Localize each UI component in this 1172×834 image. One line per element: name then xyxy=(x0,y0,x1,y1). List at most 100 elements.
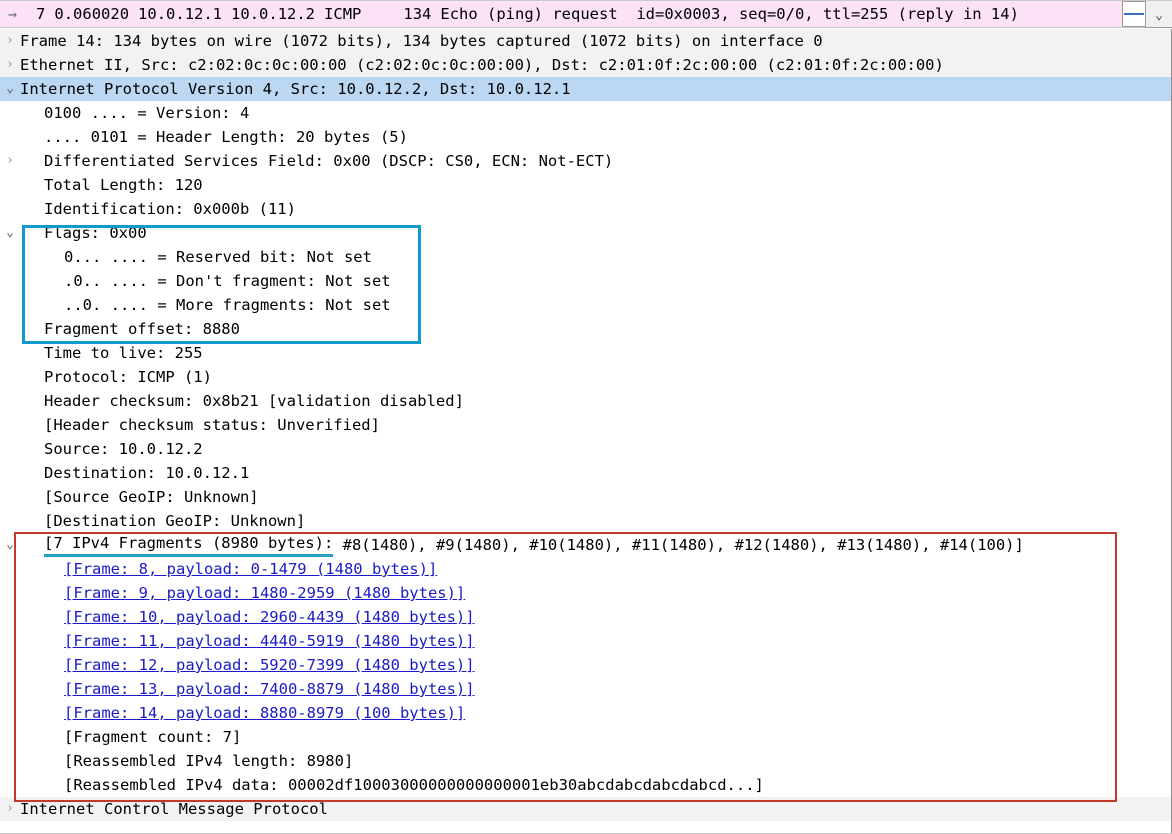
tree-row-label: 0100 .... = Version: 4 xyxy=(44,104,250,122)
tree-row-label: Internet Control Message Protocol xyxy=(20,800,328,818)
tree-row-reassembled-data[interactable]: [Reassembled IPv4 data: 00002df100030000… xyxy=(0,773,1171,797)
tree-row-checksum-status[interactable]: [Header checksum status: Unverified] xyxy=(0,413,1171,437)
tree-row-dsfield[interactable]: › Differentiated Services Field: 0x00 (DS… xyxy=(0,149,1171,173)
tree-row-label: Fragment offset: 8880 xyxy=(44,320,240,338)
chevron-right-icon[interactable]: › xyxy=(0,149,20,173)
tree-row-label-rest: #8(1480), #9(1480), #10(1480), #11(1480)… xyxy=(333,536,1024,554)
tree-row-label: [Header checksum status: Unverified] xyxy=(44,416,380,434)
tree-row-identification[interactable]: Identification: 0x000b (11) xyxy=(0,197,1171,221)
tree-row-label: Time to live: 255 xyxy=(44,344,203,362)
tree-row-dont-fragment[interactable]: .0.. .... = Don't fragment: Not set xyxy=(0,269,1171,293)
fragment-link[interactable]: [Frame: 10, payload: 2960-4439 (1480 byt… xyxy=(64,608,475,626)
tree-row-fragment-frame-14[interactable]: [Frame: 14, payload: 8880-8979 (100 byte… xyxy=(0,701,1171,725)
tree-row-label: Flags: 0x00 xyxy=(44,224,147,242)
chevron-down-icon[interactable]: ⌄ xyxy=(0,533,20,557)
tree-row-total-length[interactable]: Total Length: 120 xyxy=(0,173,1171,197)
tree-row-fragment-offset[interactable]: Fragment offset: 8880 xyxy=(0,317,1171,341)
tree-row-label: 0... .... = Reserved bit: Not set xyxy=(64,248,372,266)
tree-row-protocol[interactable]: Protocol: ICMP (1) xyxy=(0,365,1171,389)
tree-row-fragment-frame-12[interactable]: [Frame: 12, payload: 5920-7399 (1480 byt… xyxy=(0,653,1171,677)
fragment-link[interactable]: [Frame: 11, payload: 4440-5919 (1480 byt… xyxy=(64,632,475,650)
tree-row-label-underlined: [7 IPv4 Fragments (8980 bytes): xyxy=(44,533,334,557)
chevron-right-icon[interactable]: › xyxy=(0,53,20,77)
tree-row-label: Internet Protocol Version 4, Src: 10.0.1… xyxy=(20,80,571,98)
tree-row-header-length[interactable]: .... 0101 = Header Length: 20 bytes (5) xyxy=(0,125,1171,149)
tree-row-label: Header checksum: 0x8b21 [validation disa… xyxy=(44,392,464,410)
arrow-right-icon: → xyxy=(8,4,17,23)
tree-row-destination[interactable]: Destination: 10.0.12.1 xyxy=(0,461,1171,485)
tree-row-label: ..0. .... = More fragments: Not set xyxy=(64,296,391,314)
packet-source: 10.0.12.1 xyxy=(138,5,223,23)
packet-list-row[interactable]: → 7 0.060020 10.0.12.1 10.0.12.2 ICMP 134 Echo… xyxy=(0,0,1145,28)
packet-list-scroll-thumb-line xyxy=(1124,13,1144,15)
chevron-down-icon[interactable]: ⌄ xyxy=(1146,9,1172,22)
tree-row-reserved-bit[interactable]: 0... .... = Reserved bit: Not set xyxy=(0,245,1171,269)
tree-row-source-geoip[interactable]: [Source GeoIP: Unknown] xyxy=(0,485,1171,509)
tree-row-more-fragments[interactable]: ..0. .... = More fragments: Not set xyxy=(0,293,1171,317)
packet-detail-tree: › Frame 14: 134 bytes on wire (1072 bits)… xyxy=(0,29,1171,821)
packet-detail-pane[interactable]: › Frame 14: 134 bytes on wire (1072 bits)… xyxy=(0,29,1172,834)
tree-row-time-to-live[interactable]: Time to live: 255 xyxy=(0,341,1171,365)
tree-row-reassembled-length[interactable]: [Reassembled IPv4 length: 8980] xyxy=(0,749,1171,773)
tree-row-header-checksum[interactable]: Header checksum: 0x8b21 [validation disa… xyxy=(0,389,1171,413)
tree-row-label: .0.. .... = Don't fragment: Not set xyxy=(64,272,391,290)
tree-row-label: Ethernet II, Src: c2:02:0c:0c:00:00 (c2:… xyxy=(20,56,944,74)
tree-row-ipv4[interactable]: ⌄ Internet Protocol Version 4, Src: 10.0.… xyxy=(0,77,1171,101)
tree-row-ethernet[interactable]: › Ethernet II, Src: c2:02:0c:0c:00:00 (c2… xyxy=(0,53,1171,77)
tree-row-label: Differentiated Services Field: 0x00 (DSC… xyxy=(44,152,614,170)
tree-row-source[interactable]: Source: 10.0.12.2 xyxy=(0,437,1171,461)
chevron-right-icon[interactable]: › xyxy=(0,29,20,53)
packet-time: 0.060020 xyxy=(54,5,130,23)
tree-row-version[interactable]: 0100 .... = Version: 4 xyxy=(0,101,1171,125)
tree-row-label: [Reassembled IPv4 length: 8980] xyxy=(64,752,354,770)
tree-row-flags[interactable]: ⌄ Flags: 0x00 xyxy=(0,221,1171,245)
tree-row-icmp[interactable]: › Internet Control Message Protocol xyxy=(0,797,1171,821)
fragment-link[interactable]: [Frame: 12, payload: 5920-7399 (1480 byt… xyxy=(64,656,475,674)
chevron-down-icon[interactable]: ⌄ xyxy=(0,221,20,245)
tree-row-frame[interactable]: › Frame 14: 134 bytes on wire (1072 bits)… xyxy=(0,29,1171,53)
fragment-link[interactable]: [Frame: 8, payload: 0-1479 (1480 bytes)] xyxy=(64,560,437,578)
fragment-link[interactable]: [Frame: 13, payload: 7400-8879 (1480 byt… xyxy=(64,680,475,698)
tree-row-fragments-summary[interactable]: ⌄ [7 IPv4 Fragments (8980 bytes): #8(1480… xyxy=(0,533,1171,557)
tree-row-fragment-frame-9[interactable]: [Frame: 9, payload: 1480-2959 (1480 byte… xyxy=(0,581,1171,605)
tree-row-label: Destination: 10.0.12.1 xyxy=(44,464,250,482)
packet-destination: 10.0.12.2 xyxy=(231,5,316,23)
tree-row-fragment-count[interactable]: [Fragment count: 7] xyxy=(0,725,1171,749)
tree-row-fragment-frame-8[interactable]: [Frame: 8, payload: 0-1479 (1480 bytes)] xyxy=(0,557,1171,581)
tree-row-fragment-frame-13[interactable]: [Frame: 13, payload: 7400-8879 (1480 byt… xyxy=(0,677,1171,701)
tree-row-fragment-frame-11[interactable]: [Frame: 11, payload: 4440-5919 (1480 byt… xyxy=(0,629,1171,653)
tree-row-destination-geoip[interactable]: [Destination GeoIP: Unknown] xyxy=(0,509,1171,533)
tree-row-label: Total Length: 120 xyxy=(44,176,203,194)
chevron-down-icon[interactable]: ⌄ xyxy=(0,77,20,101)
tree-row-label: [Destination GeoIP: Unknown] xyxy=(44,512,306,530)
packet-list-scrollbar[interactable]: ⌄ xyxy=(1145,0,1172,27)
tree-row-label: Source: 10.0.12.2 xyxy=(44,440,203,458)
tree-row-fragment-frame-10[interactable]: [Frame: 10, payload: 2960-4439 (1480 byt… xyxy=(0,605,1171,629)
fragment-link[interactable]: [Frame: 14, payload: 8880-8979 (100 byte… xyxy=(64,704,465,722)
tree-row-label: Identification: 0x000b (11) xyxy=(44,200,296,218)
fragment-link[interactable]: [Frame: 9, payload: 1480-2959 (1480 byte… xyxy=(64,584,465,602)
packet-no: 7 xyxy=(36,5,46,23)
chevron-right-icon[interactable]: › xyxy=(0,797,20,821)
